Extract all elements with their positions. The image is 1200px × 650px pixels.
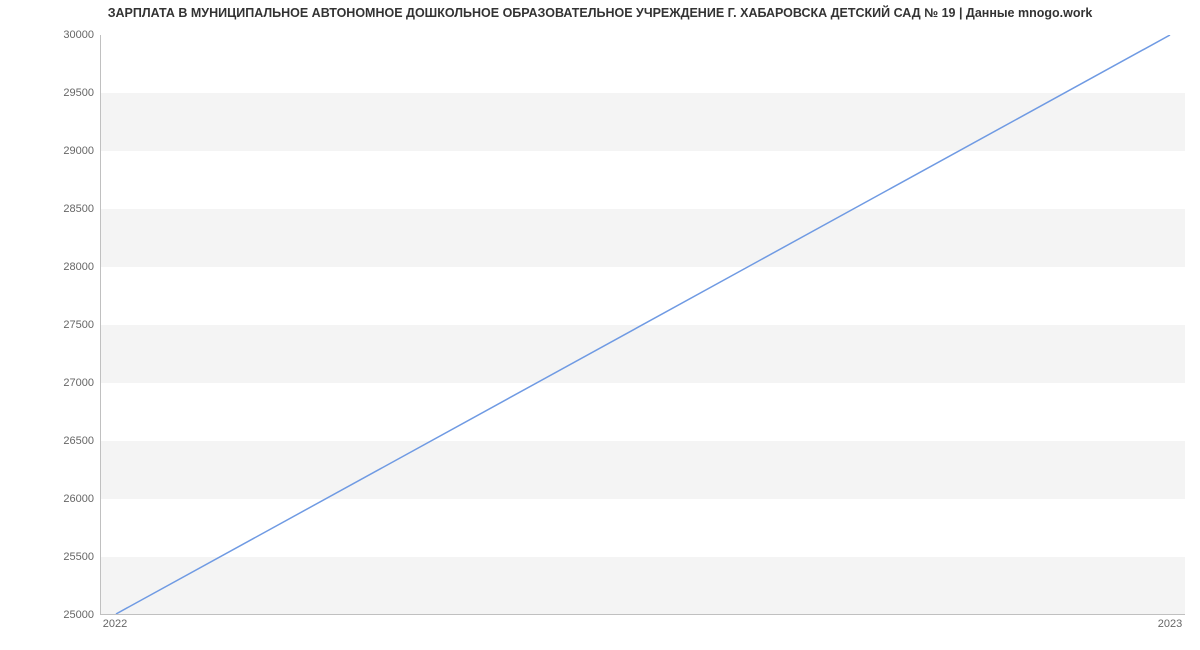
line-series (101, 35, 1185, 614)
y-tick-label: 30000 (14, 29, 94, 41)
plot-area (100, 35, 1185, 615)
y-tick-label: 28500 (14, 203, 94, 215)
x-tick-label: 2022 (103, 618, 127, 630)
series-line (116, 35, 1170, 614)
y-tick-label: 27500 (14, 319, 94, 331)
y-tick-label: 25000 (14, 609, 94, 621)
y-tick-label: 29000 (14, 145, 94, 157)
y-tick-label: 26500 (14, 435, 94, 447)
y-tick-label: 29500 (14, 87, 94, 99)
y-tick-label: 27000 (14, 377, 94, 389)
chart-container: ЗАРПЛАТА В МУНИЦИПАЛЬНОЕ АВТОНОМНОЕ ДОШК… (0, 0, 1200, 650)
y-tick-label: 25500 (14, 551, 94, 563)
y-tick-label: 26000 (14, 493, 94, 505)
y-tick-label: 28000 (14, 261, 94, 273)
x-tick-label: 2023 (1158, 618, 1182, 630)
chart-title: ЗАРПЛАТА В МУНИЦИПАЛЬНОЕ АВТОНОМНОЕ ДОШК… (0, 6, 1200, 20)
